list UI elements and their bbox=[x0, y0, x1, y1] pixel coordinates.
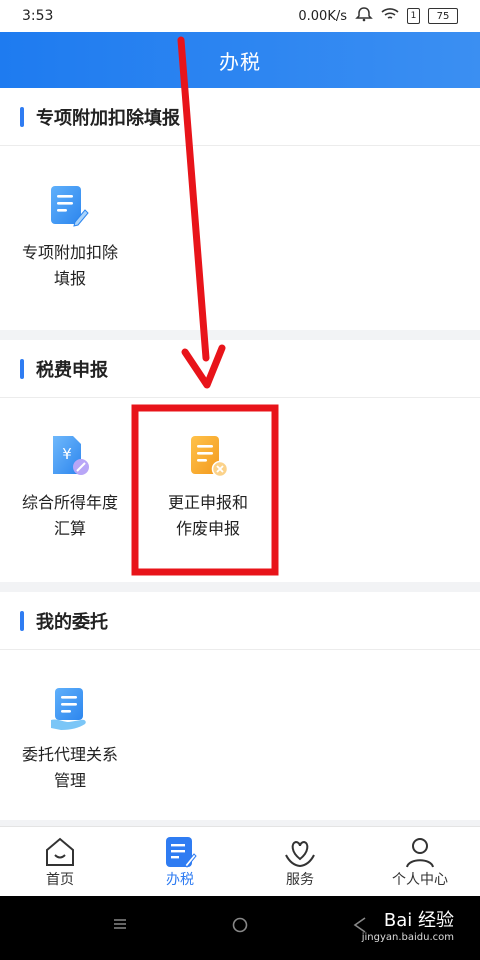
section-header: 我的委托 bbox=[0, 592, 480, 650]
document-edit-icon bbox=[49, 184, 91, 230]
section-title: 专项附加扣除填报 bbox=[36, 107, 180, 129]
person-icon bbox=[403, 835, 437, 869]
section-my-delegation: 我的委托 委托代理关系 管理 bbox=[0, 592, 480, 820]
section-tax-declaration: 税费申报 ¥ 综合所得年度 汇算 更正申报和 作废申报 bbox=[0, 340, 480, 582]
heart-hands-icon bbox=[283, 835, 317, 869]
tile-label: 委托代理关系 管理 bbox=[21, 745, 118, 790]
status-bar: 3:53 0.00K/s 1 75 bbox=[0, 0, 480, 32]
section-title: 税费申报 bbox=[36, 359, 108, 381]
nav-label: 个人中心 bbox=[392, 872, 448, 888]
nav-label: 办税 bbox=[166, 872, 194, 888]
nav-label: 首页 bbox=[46, 872, 74, 888]
tile-label: 更正申报和 作废申报 bbox=[167, 493, 248, 538]
tile-label: 综合所得年度 汇算 bbox=[21, 493, 118, 538]
home-icon bbox=[43, 835, 77, 869]
yen-document-icon: ¥ bbox=[49, 434, 91, 480]
section-title: 我的委托 bbox=[36, 611, 108, 633]
nav-label: 服务 bbox=[286, 872, 314, 888]
home-circle-icon[interactable] bbox=[231, 916, 249, 939]
app-header: 办税 bbox=[0, 32, 480, 88]
nav-personal-center[interactable]: 个人中心 bbox=[360, 827, 480, 897]
tile-special-deduction-filing[interactable]: 专项附加扣除 填报 bbox=[10, 184, 130, 292]
sim-icon: 1 bbox=[407, 8, 420, 24]
menu-icon[interactable] bbox=[112, 916, 128, 937]
section-header: 税费申报 bbox=[0, 340, 480, 398]
document-hand-icon bbox=[49, 686, 91, 732]
tax-document-icon bbox=[163, 835, 197, 869]
watermark-brand: Bai 经验 bbox=[383, 910, 454, 931]
section-accent-bar bbox=[20, 610, 24, 631]
bottom-nav: 首页 办税 服务 个人中心 bbox=[0, 826, 480, 897]
section-header: 专项附加扣除填报 bbox=[0, 88, 480, 146]
status-time: 3:53 bbox=[22, 8, 54, 24]
document-cancel-icon bbox=[187, 434, 229, 480]
nav-tax[interactable]: 办税 bbox=[120, 827, 240, 897]
nav-home[interactable]: 首页 bbox=[0, 827, 120, 897]
section-special-deduction: 专项附加扣除填报 专项附加扣除 填报 bbox=[0, 88, 480, 330]
battery-icon: 75 bbox=[428, 8, 458, 24]
watermark: Bai 经验 jingyan.baidu.com bbox=[362, 906, 454, 943]
status-indicators: 0.00K/s 1 75 bbox=[298, 6, 458, 26]
watermark-url: jingyan.baidu.com bbox=[361, 932, 454, 943]
tile-label: 专项附加扣除 填报 bbox=[21, 243, 118, 288]
svg-text:¥: ¥ bbox=[62, 445, 72, 463]
nav-service[interactable]: 服务 bbox=[240, 827, 360, 897]
section-accent-bar bbox=[20, 358, 24, 379]
tile-correction-void-declaration[interactable]: 更正申报和 作废申报 bbox=[148, 434, 268, 542]
tile-agency-relationship[interactable]: 委托代理关系 管理 bbox=[10, 686, 130, 794]
network-speed: 0.00K/s bbox=[298, 8, 347, 24]
wifi-icon bbox=[381, 7, 399, 25]
alarm-bell-icon bbox=[355, 6, 373, 26]
section-accent-bar bbox=[20, 106, 24, 127]
page-title: 办税 bbox=[219, 49, 261, 74]
tile-annual-reconciliation[interactable]: ¥ 综合所得年度 汇算 bbox=[10, 434, 130, 542]
